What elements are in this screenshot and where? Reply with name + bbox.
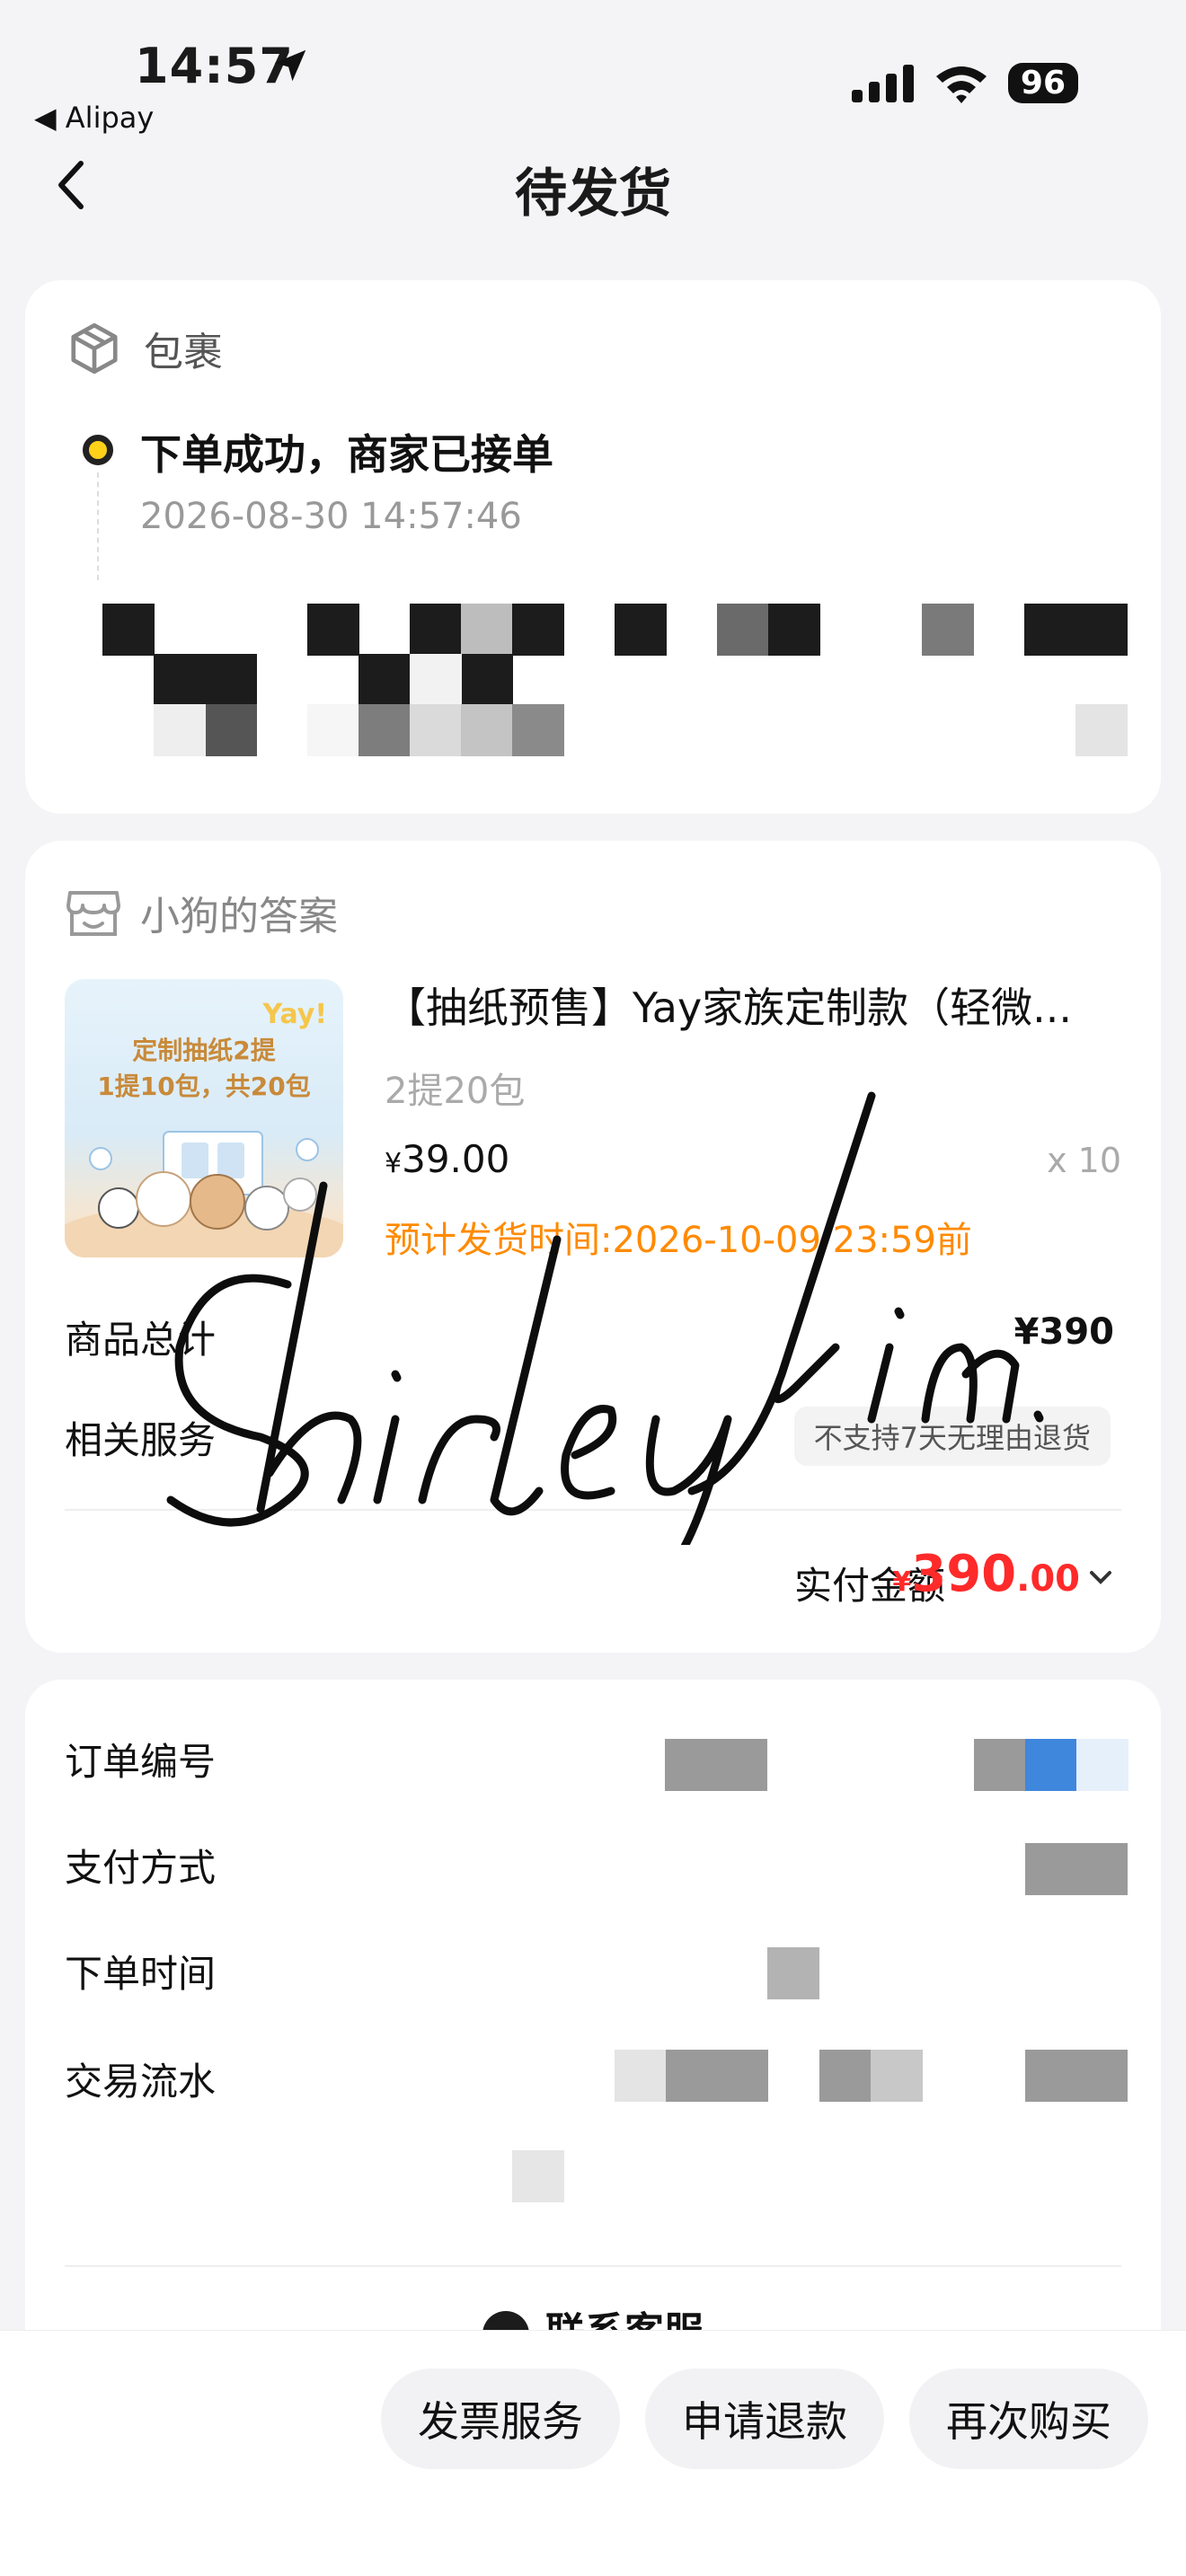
thumb-illustration xyxy=(65,1131,343,1257)
package-box-icon xyxy=(71,322,118,375)
redacted-order-number xyxy=(665,1739,767,1791)
total-value: ¥390 xyxy=(1013,1311,1114,1353)
package-header: 包裹 xyxy=(66,320,223,377)
shop-name: 小狗的答案 xyxy=(140,894,338,940)
redacted-transaction-6 xyxy=(512,2150,564,2202)
product-thumbnail[interactable]: Yay! 定制抽纸2提 1提10包，共20包 xyxy=(65,979,343,1257)
product-price-symbol: ¥ xyxy=(385,1148,403,1179)
redacted-order-time xyxy=(767,1947,819,1999)
divider xyxy=(65,1509,1121,1511)
product-price: ¥39.00 xyxy=(385,1137,509,1181)
redacted-transaction-5 xyxy=(1025,2050,1128,2102)
signal-icon xyxy=(851,64,914,102)
product-quantity: x 10 xyxy=(1047,1141,1121,1180)
timeline-time: 2026-08-30 14:57:46 xyxy=(140,496,522,537)
thumb-brand: Yay! xyxy=(262,999,327,1030)
service-tag[interactable]: 不支持7天无理由退货 xyxy=(793,1407,1111,1466)
service-label: 相关服务 xyxy=(65,1418,217,1462)
redacted-order-number-3 xyxy=(1025,1739,1077,1791)
shop-store-icon xyxy=(66,891,120,936)
order-number-label: 订单编号 xyxy=(65,1740,217,1784)
redacted-transaction-1 xyxy=(615,2050,667,2102)
package-card: 包裹 下单成功，商家已接单 2026-08-30 14:57:46 xyxy=(25,280,1161,814)
paid-amount[interactable]: ¥390.00 xyxy=(892,1545,1080,1603)
redacted-transaction-2 xyxy=(666,2050,768,2102)
pay-method-label: 支付方式 xyxy=(65,1846,217,1890)
wifi-icon xyxy=(935,66,987,103)
chevron-down-icon[interactable] xyxy=(1087,1566,1114,1588)
redacted-address xyxy=(25,604,1161,765)
location-arrow-icon xyxy=(274,49,306,82)
timeline-dot xyxy=(83,435,113,465)
redacted-transaction-3 xyxy=(819,2050,872,2102)
page-title: 待发货 xyxy=(514,163,671,224)
invoice-button[interactable]: 发票服务 xyxy=(381,2369,620,2469)
thumb-line1: 定制抽纸2提 xyxy=(132,1036,276,1065)
order-time-label: 下单时间 xyxy=(65,1952,217,1996)
product-spec: 2提20包 xyxy=(385,1071,526,1112)
timeline-status: 下单成功，商家已接单 xyxy=(140,430,553,479)
timeline-line xyxy=(97,472,99,580)
product-price-value: 39.00 xyxy=(402,1137,510,1181)
estimated-ship-time: 预计发货时间:2026-10-09 23:59前 xyxy=(385,1220,972,1261)
shop-header[interactable]: 小狗的答案 xyxy=(65,884,338,941)
bottom-action-bar: 发票服务 申请退款 再次购买 xyxy=(0,2330,1186,2576)
paid-decimal: .00 xyxy=(1016,1558,1080,1600)
total-label: 商品总计 xyxy=(65,1318,217,1362)
redacted-pay-method xyxy=(1025,1843,1128,1895)
paid-currency: ¥ xyxy=(892,1566,912,1598)
order-product-card: 小狗的答案 Yay! 定制抽纸2提 1提10包，共20包 【抽纸预售】Yay家族… xyxy=(25,841,1161,1653)
redacted-order-number-4 xyxy=(1076,1739,1128,1791)
battery-indicator: 96 xyxy=(1007,63,1078,103)
product-title[interactable]: 【抽纸预售】Yay家族定制款（轻微... xyxy=(385,975,1139,1035)
paid-integer: 390 xyxy=(911,1545,1017,1603)
redacted-order-number-2 xyxy=(974,1739,1026,1791)
package-header-label: 包裹 xyxy=(144,330,223,375)
rebuy-button[interactable]: 再次购买 xyxy=(909,2369,1148,2469)
back-to-app-link[interactable]: ◀ Alipay xyxy=(34,101,154,135)
redacted-transaction-4 xyxy=(871,2050,923,2102)
status-icons: 96 xyxy=(851,63,1078,103)
transaction-label: 交易流水 xyxy=(65,2060,217,2104)
refund-button[interactable]: 申请退款 xyxy=(645,2369,884,2469)
divider xyxy=(65,2265,1121,2267)
order-info-card: 订单编号 支付方式 下单时间 交易流水 联系客服 xyxy=(25,1680,1161,2362)
thumb-line2: 1提10包，共20包 xyxy=(97,1072,311,1101)
